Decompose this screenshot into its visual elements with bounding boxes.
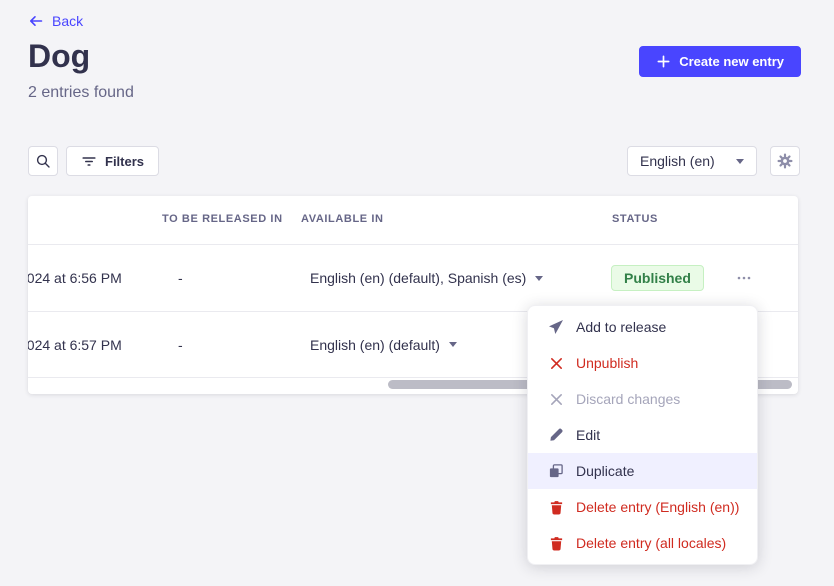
content-manager-page: Back Dog 2 entries found Create new entr… — [0, 0, 834, 586]
trash-icon — [548, 499, 564, 515]
column-header-to-be-released-in[interactable]: TO BE RELEASED IN — [162, 213, 283, 225]
row-actions-menu: Add to release Unpublish Discard changes… — [527, 305, 758, 565]
to-be-released-in-cell: - — [178, 270, 183, 286]
send-icon — [548, 319, 564, 335]
entries-count: 2 entries found — [28, 84, 134, 102]
updated-at-cell: 2024 at 6:56 PM — [28, 270, 122, 286]
menu-item-discard-changes[interactable]: Discard changes — [528, 381, 757, 417]
column-header-status[interactable]: STATUS — [612, 213, 658, 225]
menu-item-delete-entry-all-locales[interactable]: Delete entry (all locales) — [528, 525, 757, 561]
cross-icon — [548, 391, 564, 407]
filter-icon — [81, 153, 97, 169]
gear-icon — [777, 153, 793, 169]
column-header-available-in[interactable]: AVAILABLE IN — [301, 213, 384, 225]
settings-button[interactable] — [770, 146, 800, 176]
create-new-entry-label: Create new entry — [679, 54, 784, 69]
available-in-cell[interactable]: English (en) (default), Spanish (es) — [310, 270, 543, 286]
available-in-value: English (en) (default), Spanish (es) — [310, 270, 526, 286]
create-new-entry-button[interactable]: Create new entry — [639, 46, 801, 77]
chevron-down-icon — [449, 342, 457, 347]
to-be-released-in-cell: - — [178, 337, 183, 353]
more-dots-icon — [736, 270, 752, 286]
menu-item-unpublish[interactable]: Unpublish — [528, 345, 757, 381]
duplicate-icon — [548, 463, 564, 479]
table-row[interactable]: 2024 at 6:56 PM - English (en) (default)… — [28, 245, 798, 312]
trash-icon — [548, 535, 564, 551]
menu-item-edit[interactable]: Edit — [528, 417, 757, 453]
search-button[interactable] — [28, 146, 58, 176]
back-link[interactable]: Back — [28, 13, 83, 29]
cross-icon — [548, 355, 564, 371]
chevron-down-icon — [535, 276, 543, 281]
menu-item-delete-entry-locale[interactable]: Delete entry (English (en)) — [528, 489, 757, 525]
available-in-value: English (en) (default) — [310, 337, 440, 353]
plus-icon — [656, 54, 671, 69]
filters-button[interactable]: Filters — [66, 146, 159, 176]
menu-item-add-to-release[interactable]: Add to release — [528, 309, 757, 345]
back-label: Back — [52, 13, 83, 29]
updated-at-cell: 2024 at 6:57 PM — [28, 337, 122, 353]
locale-select-value: English (en) — [640, 153, 715, 169]
menu-item-duplicate[interactable]: Duplicate — [528, 453, 757, 489]
search-icon — [35, 153, 51, 169]
chevron-down-icon — [736, 159, 744, 164]
available-in-cell[interactable]: English (en) (default) — [310, 337, 457, 353]
locale-select[interactable]: English (en) — [627, 146, 757, 176]
status-badge: Published — [611, 265, 704, 291]
page-title: Dog — [28, 38, 90, 75]
filters-label: Filters — [105, 154, 144, 169]
pencil-icon — [548, 427, 564, 443]
arrow-left-icon — [28, 13, 44, 29]
row-actions-button[interactable] — [730, 264, 758, 292]
table-header-row: TO BE RELEASED IN AVAILABLE IN STATUS — [28, 196, 798, 245]
